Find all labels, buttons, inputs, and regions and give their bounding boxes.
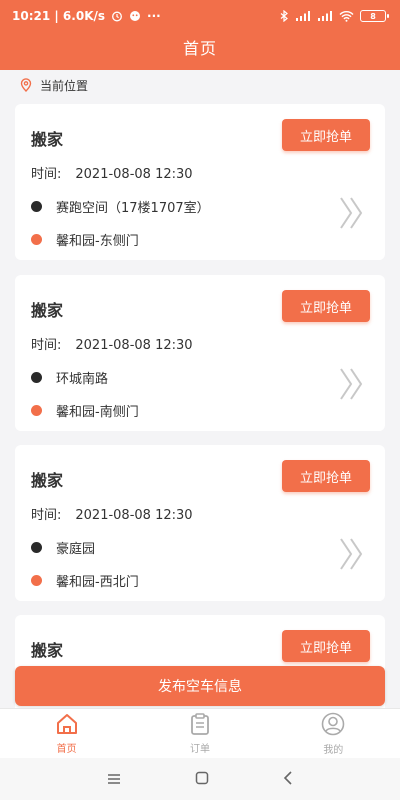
time-label: 时间: [31, 508, 62, 523]
menu-icon[interactable] [107, 770, 121, 789]
publish-empty-truck-button[interactable]: 发布空车信息 [15, 666, 385, 706]
system-navigation-bar [0, 758, 400, 800]
signal-icon-2 [317, 10, 333, 22]
destination-text: 馨和园-西北门 [56, 575, 139, 590]
destination-address: 馨和园-南侧门 [31, 401, 139, 420]
order-card[interactable]: 搬家 立即抢单 时间: 2021-08-08 12:30 豪庭园 馨和园-西北门 [15, 445, 385, 601]
double-chevron-right-icon[interactable] [339, 367, 365, 405]
destination-address: 馨和园-东侧门 [31, 230, 139, 249]
double-chevron-right-icon[interactable] [339, 537, 365, 575]
signal-icon-1 [295, 10, 311, 22]
origin-text: 赛跑空间（17楼1707室） [56, 201, 210, 216]
grab-order-button[interactable]: 立即抢单 [282, 630, 370, 662]
time-value: 2021-08-08 12:30 [75, 167, 193, 182]
bottom-tab-bar: 首页 订单 我的 [0, 708, 400, 758]
double-chevron-right-icon[interactable] [339, 196, 365, 234]
origin-dot-icon [31, 201, 42, 212]
battery-indicator: 8 [360, 10, 389, 22]
origin-address: 豪庭园 [31, 538, 95, 557]
home-square-icon[interactable] [195, 770, 209, 789]
clipboard-icon [189, 712, 211, 738]
bluetooth-icon [280, 10, 289, 22]
current-location[interactable]: 当前位置 [0, 70, 400, 100]
tab-mine-label: 我的 [323, 744, 344, 756]
alarm-icon [111, 10, 123, 22]
origin-text: 环城南路 [56, 372, 109, 387]
order-type: 搬家 [31, 471, 64, 490]
tab-mine[interactable]: 我的 [267, 709, 400, 758]
origin-text: 豪庭园 [56, 542, 96, 557]
destination-text: 馨和园-东侧门 [56, 234, 139, 249]
time-label: 时间: [31, 167, 62, 182]
status-time-speed: 10:21 | 6.0K/s [12, 9, 106, 23]
grab-order-button[interactable]: 立即抢单 [282, 119, 370, 151]
order-type: 搬家 [31, 301, 64, 320]
more-dots-icon: ··· [147, 9, 161, 23]
app-notification-icon [129, 10, 141, 22]
tab-home[interactable]: 首页 [0, 709, 133, 758]
location-label: 当前位置 [40, 78, 89, 93]
order-card[interactable]: 搬家 立即抢单 时间: 2021-08-08 12:30 赛跑空间（17楼1707… [15, 104, 385, 260]
grab-order-button[interactable]: 立即抢单 [282, 460, 370, 492]
origin-address: 环城南路 [31, 368, 108, 387]
wifi-icon [339, 10, 354, 22]
grab-order-button[interactable]: 立即抢单 [282, 290, 370, 322]
time-value: 2021-08-08 12:30 [75, 508, 193, 523]
location-pin-icon [20, 78, 32, 92]
app-header: 10:21 | 6.0K/s ··· 8 首页 [0, 0, 400, 70]
time-label: 时间: [31, 338, 62, 353]
back-icon[interactable] [283, 770, 293, 789]
origin-dot-icon [31, 542, 42, 553]
tab-home-label: 首页 [56, 743, 77, 755]
home-icon [55, 713, 79, 738]
destination-dot-icon [31, 575, 42, 586]
tab-orders[interactable]: 订单 [133, 709, 266, 758]
destination-address: 馨和园-西北门 [31, 571, 139, 590]
order-time: 时间: 2021-08-08 12:30 [31, 504, 193, 523]
order-type: 搬家 [31, 641, 64, 660]
destination-dot-icon [31, 234, 42, 245]
user-icon [321, 712, 345, 739]
destination-dot-icon [31, 405, 42, 416]
order-type: 搬家 [31, 130, 64, 149]
status-bar: 10:21 | 6.0K/s ··· 8 [0, 0, 400, 32]
order-card[interactable]: 搬家 立即抢单 时间: 2021-08-08 12:30 环城南路 馨和园-南侧门 [15, 275, 385, 431]
order-time: 时间: 2021-08-08 12:30 [31, 163, 193, 182]
order-time: 时间: 2021-08-08 12:30 [31, 334, 193, 353]
origin-address: 赛跑空间（17楼1707室） [31, 197, 210, 216]
origin-dot-icon [31, 372, 42, 383]
tab-orders-label: 订单 [189, 743, 210, 755]
destination-text: 馨和园-南侧门 [56, 405, 139, 420]
page-title: 首页 [182, 39, 217, 58]
time-value: 2021-08-08 12:30 [75, 338, 193, 353]
